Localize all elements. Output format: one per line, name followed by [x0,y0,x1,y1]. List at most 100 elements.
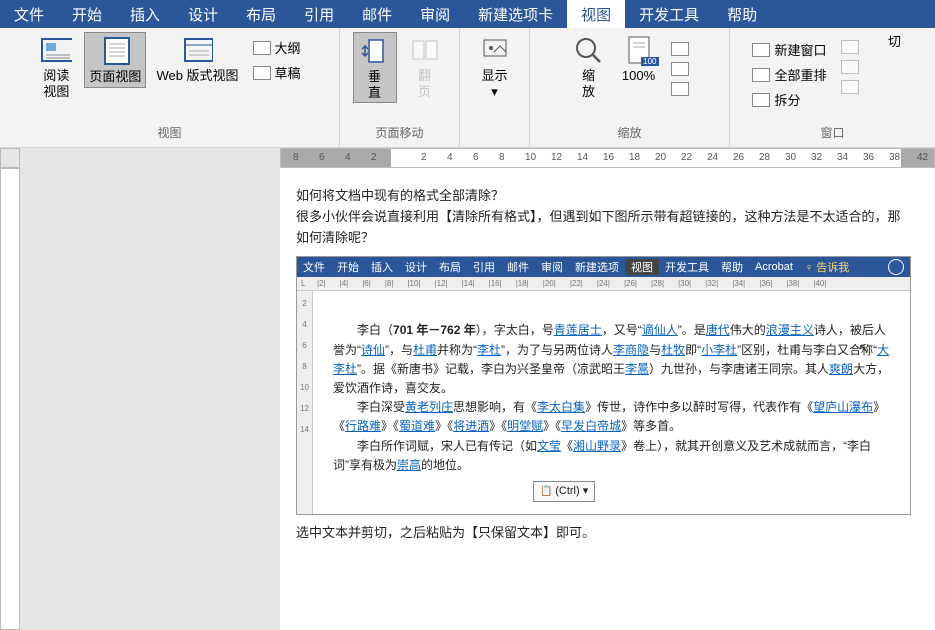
page-view-label: 页面视图 [89,69,141,85]
emb-user-icon[interactable] [888,259,904,275]
switch-window-button[interactable]: 切 [873,32,917,52]
link-zhexian[interactable]: 谪仙人 [642,323,678,337]
link-jiangjin[interactable]: 将进酒 [453,419,489,433]
menu-layout[interactable]: 布局 [232,0,290,28]
ribbon-group-show: 显示▾ [460,28,530,147]
flip-button[interactable]: 翻 页 [403,32,447,101]
read-view-button[interactable]: 阅读 视图 [34,32,78,101]
link-chonggao[interactable]: 崇高 [397,458,421,472]
document-page[interactable]: 如何将文档中现有的格式全部清除？ 很多小伙伴会说直接利用【清除所有格式】，但遇到… [280,168,935,630]
doc-paragraph-2[interactable]: 很多小伙伴会说直接利用【清除所有格式】，但遇到如下图所示带有超链接的，这种方法是… [296,207,911,249]
link-xiangshan[interactable]: 湘山野录 [573,439,621,453]
link-zaofa[interactable]: 早发白帝城 [561,419,621,433]
emb-menu-insert[interactable]: 插入 [365,259,399,275]
menu-insert[interactable]: 插入 [116,0,174,28]
zoom-button[interactable]: 缩 放 [567,32,611,101]
ruler-tick: 16 [603,152,614,163]
draft-icon [253,66,271,80]
emb-menu-file[interactable]: 文件 [297,259,331,275]
window-misc-1[interactable] [837,38,863,56]
ruler-tick: 22 [681,152,692,163]
zoom-pagewidth[interactable] [667,80,693,98]
menu-help[interactable]: 帮助 [713,0,771,28]
link-xinglu[interactable]: 行路难 [345,419,381,433]
zoom-onepage[interactable] [667,40,693,58]
ruler-tick: 4 [447,152,453,163]
menu-design[interactable]: 设计 [174,0,232,28]
emb-menu-acrobat[interactable]: Acrobat [749,261,799,273]
link-qinglian[interactable]: 青莲居士 [554,323,602,337]
emb-para-1[interactable]: 李白（701 年－762 年），字太白，号青莲居士，又号“谪仙人”。是唐代伟大的… [333,321,890,398]
link-litaibaiji[interactable]: 李太白集 [537,400,585,414]
menu-references[interactable]: 引用 [290,0,348,28]
emb-menu-help[interactable]: 帮助 [715,259,749,275]
link-mingtang[interactable]: 明堂赋 [507,419,543,433]
ribbon-group-pagemove: 垂 直 翻 页 页面移动 [340,28,460,147]
link-wenying[interactable]: 文莹 [537,439,561,453]
outline-button[interactable]: 大纲 [249,36,305,59]
group-views-label: 视图 [157,122,181,143]
emb-menu-newtab[interactable]: 新建选项 [569,259,625,275]
outline-label: 大纲 [275,38,301,57]
doc-paragraph-3[interactable]: 选中文本并剪切，之后粘贴为【只保留文本】即可。 [296,523,911,544]
emb-menu-design[interactable]: 设计 [399,259,433,275]
emb-menu-refs[interactable]: 引用 [467,259,501,275]
menu-home[interactable]: 开始 [58,0,116,28]
menu-file[interactable]: 文件 [0,0,58,28]
split-button[interactable]: 拆分 [748,88,830,111]
ruler-tick: 42 [917,152,928,163]
emb-menu-view[interactable]: 视图 [625,259,659,275]
page-view-button[interactable]: 页面视图 [84,32,146,88]
link-lishangyin[interactable]: 李商隐 [613,343,649,357]
new-window-button[interactable]: 新建窗口 [748,38,830,61]
arrange-all-label: 全部重排 [774,65,826,84]
link-langman[interactable]: 浪漫主义 [766,323,814,337]
emb-tellme[interactable]: ♀ 告诉我 [799,259,855,275]
embedded-content[interactable]: ↖ 李白（701 年－762 年），字太白，号青莲居士，又号“谪仙人”。是唐代伟… [313,291,910,513]
link-dumu[interactable]: 杜牧 [661,343,685,357]
arrange-all-button[interactable]: 全部重排 [748,63,830,86]
web-view-button[interactable]: Web 版式视图 [152,32,242,86]
menu-devtools[interactable]: 开发工具 [625,0,713,28]
link-tangdai[interactable]: 唐代 [706,323,730,337]
page-view-icon [99,35,131,67]
link-shixian[interactable]: 诗仙 [361,343,385,357]
emb-menu-home[interactable]: 开始 [331,259,365,275]
window-misc-2[interactable] [837,58,863,76]
link-dufu[interactable]: 杜甫 [413,343,437,357]
misc-icon-1 [841,40,859,54]
link-lidu[interactable]: 李杜 [477,343,501,357]
emb-menu-dev[interactable]: 开发工具 [659,259,715,275]
zoom-multipage[interactable] [667,60,693,78]
draft-button[interactable]: 草稿 [249,61,305,84]
menu-view[interactable]: 视图 [567,0,625,28]
link-shuanglang[interactable]: 爽朗 [829,362,853,376]
link-wanglushan[interactable]: 望庐山瀑布 [813,400,873,414]
emb-para-3[interactable]: 李白所作词赋，宋人已有传记（如文莹《湘山野录》卷上），就其开创意义及艺术成就而言… [333,437,890,475]
emb-menu-review[interactable]: 审阅 [535,259,569,275]
link-ligao[interactable]: 李暠 [625,362,649,376]
ribbon-group-views: 阅读 视图 页面视图 Web 版式视图 大纲 草稿 视图 [0,28,340,147]
emb-menu-mail[interactable]: 邮件 [501,259,535,275]
vertical-ruler[interactable] [0,168,20,630]
emb-menu-layout[interactable]: 布局 [433,259,467,275]
vertical-button[interactable]: 垂 直 [353,32,397,103]
read-view-label: 阅读 视图 [43,68,69,99]
menu-newtab[interactable]: 新建选项卡 [464,0,567,28]
group-zoom-label: 缩放 [617,122,641,143]
doc-paragraph-1[interactable]: 如何将文档中现有的格式全部清除？ [296,186,911,207]
emb-para-2[interactable]: 李白深受黄老列庄思想影响，有《李太白集》传世，诗作中多以醉时写得，代表作有《望庐… [333,398,890,436]
paste-options-badge[interactable]: (Ctrl) ▾ [533,481,595,502]
link-shudao[interactable]: 蜀道难 [399,419,435,433]
horizontal-ruler[interactable]: 8 6 4 2 2 4 6 8 10 12 14 16 18 20 22 24 … [280,148,935,168]
link-xiaolidu[interactable]: 小李杜 [701,343,737,357]
ruler-tick: 34 [837,152,848,163]
show-button[interactable]: 显示▾ [473,32,517,101]
hundred-button[interactable]: 100 100% [617,32,661,86]
menu-mail[interactable]: 邮件 [348,0,406,28]
window-misc-3[interactable] [837,78,863,96]
menu-review[interactable]: 审阅 [406,0,464,28]
flip-icon [409,34,441,66]
link-huanglao[interactable]: 黄老列庄 [405,400,453,414]
menubar: 文件 开始 插入 设计 布局 引用 邮件 审阅 新建选项卡 视图 开发工具 帮助 [0,0,935,28]
